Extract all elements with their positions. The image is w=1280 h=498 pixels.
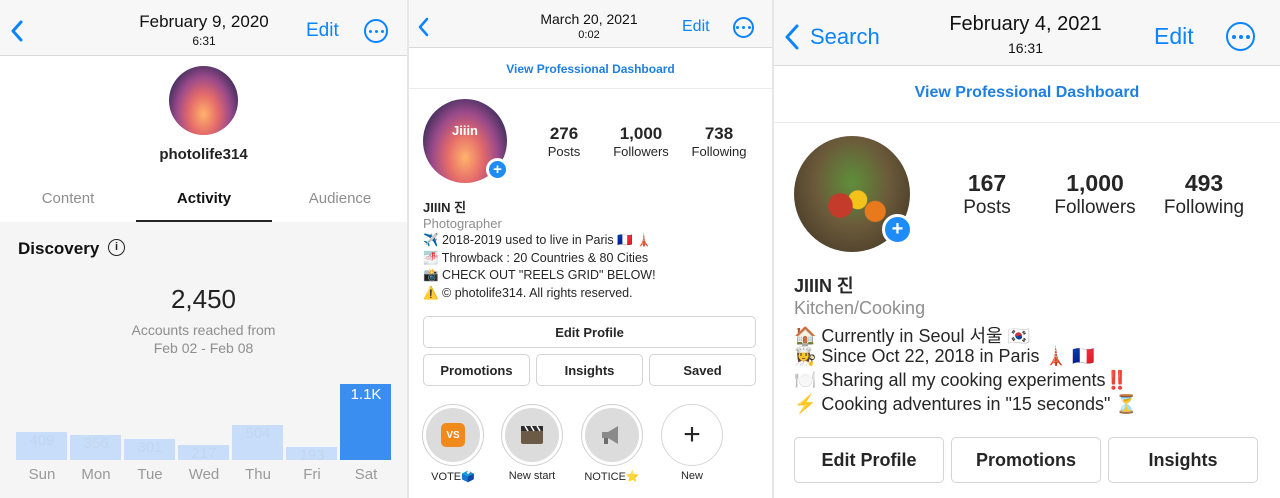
tab-audience[interactable]: Audience xyxy=(272,190,407,207)
activity-section: Discovery i 2,450 Accounts reached from … xyxy=(0,222,407,498)
bio-line: 🏠 Currently in Seoul 서울 🇰🇷 xyxy=(794,326,1031,346)
nav-time: 16:31 xyxy=(1007,40,1044,56)
profile-avatar[interactable] xyxy=(169,66,238,135)
edit-profile-button[interactable]: Edit Profile xyxy=(794,437,944,483)
bio-line: 📸 CHECK OUT "REELS GRID" BELOW! xyxy=(423,268,656,282)
highlight-label: NOTICE⭐ xyxy=(584,471,640,483)
bio-line: ✈️ 2018-2019 used to live in Paris 🇫🇷 🗼 xyxy=(423,233,652,247)
divider xyxy=(774,122,1280,123)
nav-time: 6:31 xyxy=(192,34,216,48)
promotions-button[interactable]: Promotions xyxy=(951,437,1101,483)
back-chevron-icon[interactable] xyxy=(10,20,24,42)
nav-bar: Search February 4, 2021 16:31 Edit xyxy=(774,0,1280,66)
more-options-icon[interactable] xyxy=(364,19,388,43)
edit-profile-button[interactable]: Edit Profile xyxy=(423,316,756,348)
dashboard-link[interactable]: View Professional Dashboard xyxy=(409,62,772,76)
posts-count[interactable]: 167 xyxy=(947,170,1027,197)
edit-button[interactable]: Edit xyxy=(682,18,710,36)
back-search-button[interactable]: Search xyxy=(810,24,880,50)
bio-line: 🌁 Throwback : 20 Countries & 80 Cities xyxy=(423,251,649,265)
chart-day-label: Sun xyxy=(28,466,56,483)
insights-tabs: Content Activity Audience xyxy=(0,176,407,222)
chart-day-label: Fri xyxy=(303,466,321,483)
username: photolife314 xyxy=(159,146,248,163)
megaphone-icon xyxy=(602,426,618,444)
chart-day-label: Tue xyxy=(137,466,163,483)
back-chevron-icon[interactable] xyxy=(784,24,800,50)
followers-label: Followers xyxy=(1054,197,1136,218)
bio-line: 👩‍🍳 Since Oct 22, 2018 in Paris 🗼 🇫🇷 xyxy=(794,346,1095,366)
film-icon xyxy=(521,425,543,444)
chart-value-label: 409 xyxy=(29,431,55,449)
posts-label: Posts xyxy=(547,144,581,159)
profile-category: Photographer xyxy=(423,216,502,231)
following-count[interactable]: 738 xyxy=(685,124,753,144)
more-options-icon[interactable] xyxy=(733,17,754,38)
highlight-label: New xyxy=(680,470,703,482)
story-highlight-notice[interactable] xyxy=(581,404,643,466)
nav-date: February 9, 2020 xyxy=(139,12,269,31)
insights-panel: February 9, 2020 6:31 Edit photolife314 … xyxy=(0,0,407,498)
chart-value-label: 356 xyxy=(83,435,109,453)
divider xyxy=(409,88,772,89)
chart-value-label: 1.1K xyxy=(350,386,382,403)
chart-day-label: Wed xyxy=(188,466,220,483)
chart-value-label: 504 xyxy=(245,425,271,443)
chart-value-label: 193 xyxy=(299,446,325,464)
following-label: Following xyxy=(691,144,747,159)
followers-count[interactable]: 1,000 xyxy=(605,124,677,144)
profile-panel-photographer: March 20, 2021 0:02 Edit View Profession… xyxy=(409,0,772,498)
nav-bar: March 20, 2021 0:02 Edit xyxy=(409,0,772,48)
posts-label: Posts xyxy=(963,197,1011,218)
promotions-button[interactable]: Promotions xyxy=(423,354,530,386)
chart-value-label: 217 xyxy=(191,445,217,462)
plus-icon: + xyxy=(683,418,701,451)
profile-name: JIIIN 진 xyxy=(423,200,467,215)
reach-bar-chart: 409 Sun 356 Mon 301 Tue 217 Wed 504 Thu 193 Fri 1.1K… xyxy=(0,222,407,498)
new-highlight-button[interactable]: + xyxy=(661,404,723,466)
profile-category: Kitchen/Cooking xyxy=(794,298,926,318)
nav-bar: February 9, 2020 6:31 Edit xyxy=(0,0,407,56)
add-story-plus-icon[interactable]: + xyxy=(882,214,913,245)
back-chevron-icon[interactable] xyxy=(417,17,430,37)
tab-content[interactable]: Content xyxy=(0,190,136,207)
tab-activity[interactable]: Activity xyxy=(136,190,272,207)
insights-button[interactable]: Insights xyxy=(1108,437,1258,483)
chart-day-label: Mon xyxy=(81,466,111,483)
more-options-icon[interactable] xyxy=(1226,22,1255,51)
nav-date: February 4, 2021 xyxy=(949,13,1102,35)
bio-line: ⚡ Cooking adventures in "15 seconds" ⏳ xyxy=(794,394,1138,414)
avatar-text: Jiiin xyxy=(451,123,478,138)
edit-button[interactable]: Edit xyxy=(306,20,339,42)
posts-count[interactable]: 276 xyxy=(534,124,594,144)
bio-line: ⚠️ © photolife314. All rights reserved. xyxy=(423,286,633,300)
vs-icon: VS xyxy=(441,423,465,447)
highlight-label: VOTE🗳️ xyxy=(431,471,475,483)
profile-name: JIIIN 진 xyxy=(794,276,854,296)
edit-button[interactable]: Edit xyxy=(1154,23,1194,50)
followers-count[interactable]: 1,000 xyxy=(1045,170,1145,197)
dashboard-link[interactable]: View Professional Dashboard xyxy=(774,84,1280,102)
following-count[interactable]: 493 xyxy=(1154,170,1254,197)
profile-panel-cooking: Search February 4, 2021 16:31 Edit View … xyxy=(774,0,1280,498)
chart-day-label: Thu xyxy=(245,466,271,483)
insights-button[interactable]: Insights xyxy=(536,354,643,386)
nav-time: 0:02 xyxy=(578,29,600,41)
add-story-plus-icon[interactable]: + xyxy=(486,158,509,181)
followers-label: Followers xyxy=(613,144,669,159)
nav-date: March 20, 2021 xyxy=(540,11,638,27)
story-highlight-new-start[interactable] xyxy=(501,404,563,466)
saved-button[interactable]: Saved xyxy=(649,354,756,386)
bio-line: 🍽️ Sharing all my cooking experiments‼️ xyxy=(794,370,1128,390)
story-highlight-vote[interactable]: VS xyxy=(422,404,484,466)
highlight-label: New start xyxy=(508,470,556,482)
following-label: Following xyxy=(1163,197,1245,218)
chart-value-label: 301 xyxy=(137,439,163,457)
chart-day-label: Sat xyxy=(354,466,378,483)
